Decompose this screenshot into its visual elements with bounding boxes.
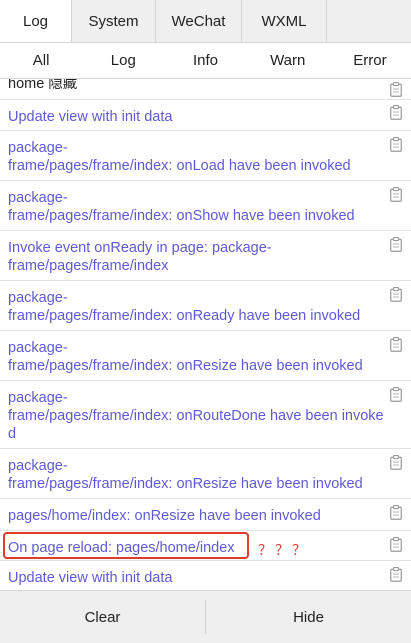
log-entry[interactable]: Update view with init data bbox=[0, 100, 411, 131]
highlight-annotation-box bbox=[3, 532, 249, 559]
filter-all[interactable]: All bbox=[0, 43, 82, 78]
log-entry-text: Update view with init data bbox=[8, 109, 173, 125]
clipboard-icon[interactable] bbox=[390, 567, 402, 582]
log-entry-text: package- frame/pages/frame/index: onLoad… bbox=[8, 140, 351, 174]
tab-wxml[interactable]: WXML bbox=[242, 0, 327, 42]
clipboard-icon[interactable] bbox=[390, 137, 402, 152]
log-entry-text: package- frame/pages/frame/index: onResi… bbox=[8, 340, 363, 374]
log-entry-text: home 隐藏 bbox=[8, 79, 78, 92]
clipboard-icon[interactable] bbox=[390, 82, 402, 97]
clipboard-icon[interactable] bbox=[390, 505, 402, 520]
log-entry-text: package- frame/pages/frame/index: onRout… bbox=[8, 390, 384, 442]
log-entry-text: pages/home/index: onResize have been inv… bbox=[8, 508, 321, 524]
filter-warn[interactable]: Warn bbox=[247, 43, 329, 78]
filter-log[interactable]: Log bbox=[82, 43, 164, 78]
log-list[interactable]: home 隐藏 Update view with init data package… bbox=[0, 79, 411, 590]
clipboard-icon[interactable] bbox=[390, 287, 402, 302]
hide-button[interactable]: Hide bbox=[206, 591, 411, 643]
log-entry[interactable]: Update view with init data bbox=[0, 561, 411, 590]
log-entry[interactable]: home 隐藏 bbox=[0, 79, 411, 100]
clipboard-icon[interactable] bbox=[390, 187, 402, 202]
clipboard-icon[interactable] bbox=[390, 105, 402, 120]
tab-system[interactable]: System bbox=[72, 0, 156, 42]
clipboard-icon[interactable] bbox=[390, 455, 402, 470]
log-entry-text: package- frame/pages/frame/index: onShow… bbox=[8, 190, 355, 224]
log-filter-bar: All Log Info Warn Error bbox=[0, 43, 411, 79]
log-entry[interactable]: package- frame/pages/frame/index: onRout… bbox=[0, 381, 411, 449]
clear-button[interactable]: Clear bbox=[0, 591, 205, 643]
clipboard-icon[interactable] bbox=[390, 387, 402, 402]
log-entry[interactable]: package- frame/pages/frame/index: onResi… bbox=[0, 331, 411, 381]
filter-info[interactable]: Info bbox=[164, 43, 246, 78]
log-entry[interactable]: Invoke event onReady in page: package- f… bbox=[0, 231, 411, 281]
console-tab-bar: Log System WeChat WXML bbox=[0, 0, 411, 43]
clipboard-icon[interactable] bbox=[390, 237, 402, 252]
tab-wechat[interactable]: WeChat bbox=[156, 0, 242, 42]
log-entry[interactable]: package- frame/pages/frame/index: onRead… bbox=[0, 281, 411, 331]
filter-error[interactable]: Error bbox=[329, 43, 411, 78]
question-marks-annotation: ？？？ bbox=[258, 542, 309, 558]
tab-log[interactable]: Log bbox=[0, 0, 72, 42]
console-bottom-bar: Clear Hide bbox=[0, 590, 411, 643]
log-entry-text: package- frame/pages/frame/index: onRead… bbox=[8, 290, 361, 324]
log-entry-text: Invoke event onReady in page: package- f… bbox=[8, 240, 272, 274]
clipboard-icon[interactable] bbox=[390, 337, 402, 352]
clipboard-icon[interactable] bbox=[390, 537, 402, 552]
log-entry[interactable]: package- frame/pages/frame/index: onLoad… bbox=[0, 131, 411, 181]
log-entry[interactable]: package- frame/pages/frame/index: onShow… bbox=[0, 181, 411, 231]
log-entry-text: package- frame/pages/frame/index: onResi… bbox=[8, 458, 363, 492]
log-entry[interactable]: pages/home/index: onResize have been inv… bbox=[0, 499, 411, 531]
log-entry-text: Update view with init data bbox=[8, 570, 173, 586]
log-entry[interactable]: package- frame/pages/frame/index: onResi… bbox=[0, 449, 411, 499]
